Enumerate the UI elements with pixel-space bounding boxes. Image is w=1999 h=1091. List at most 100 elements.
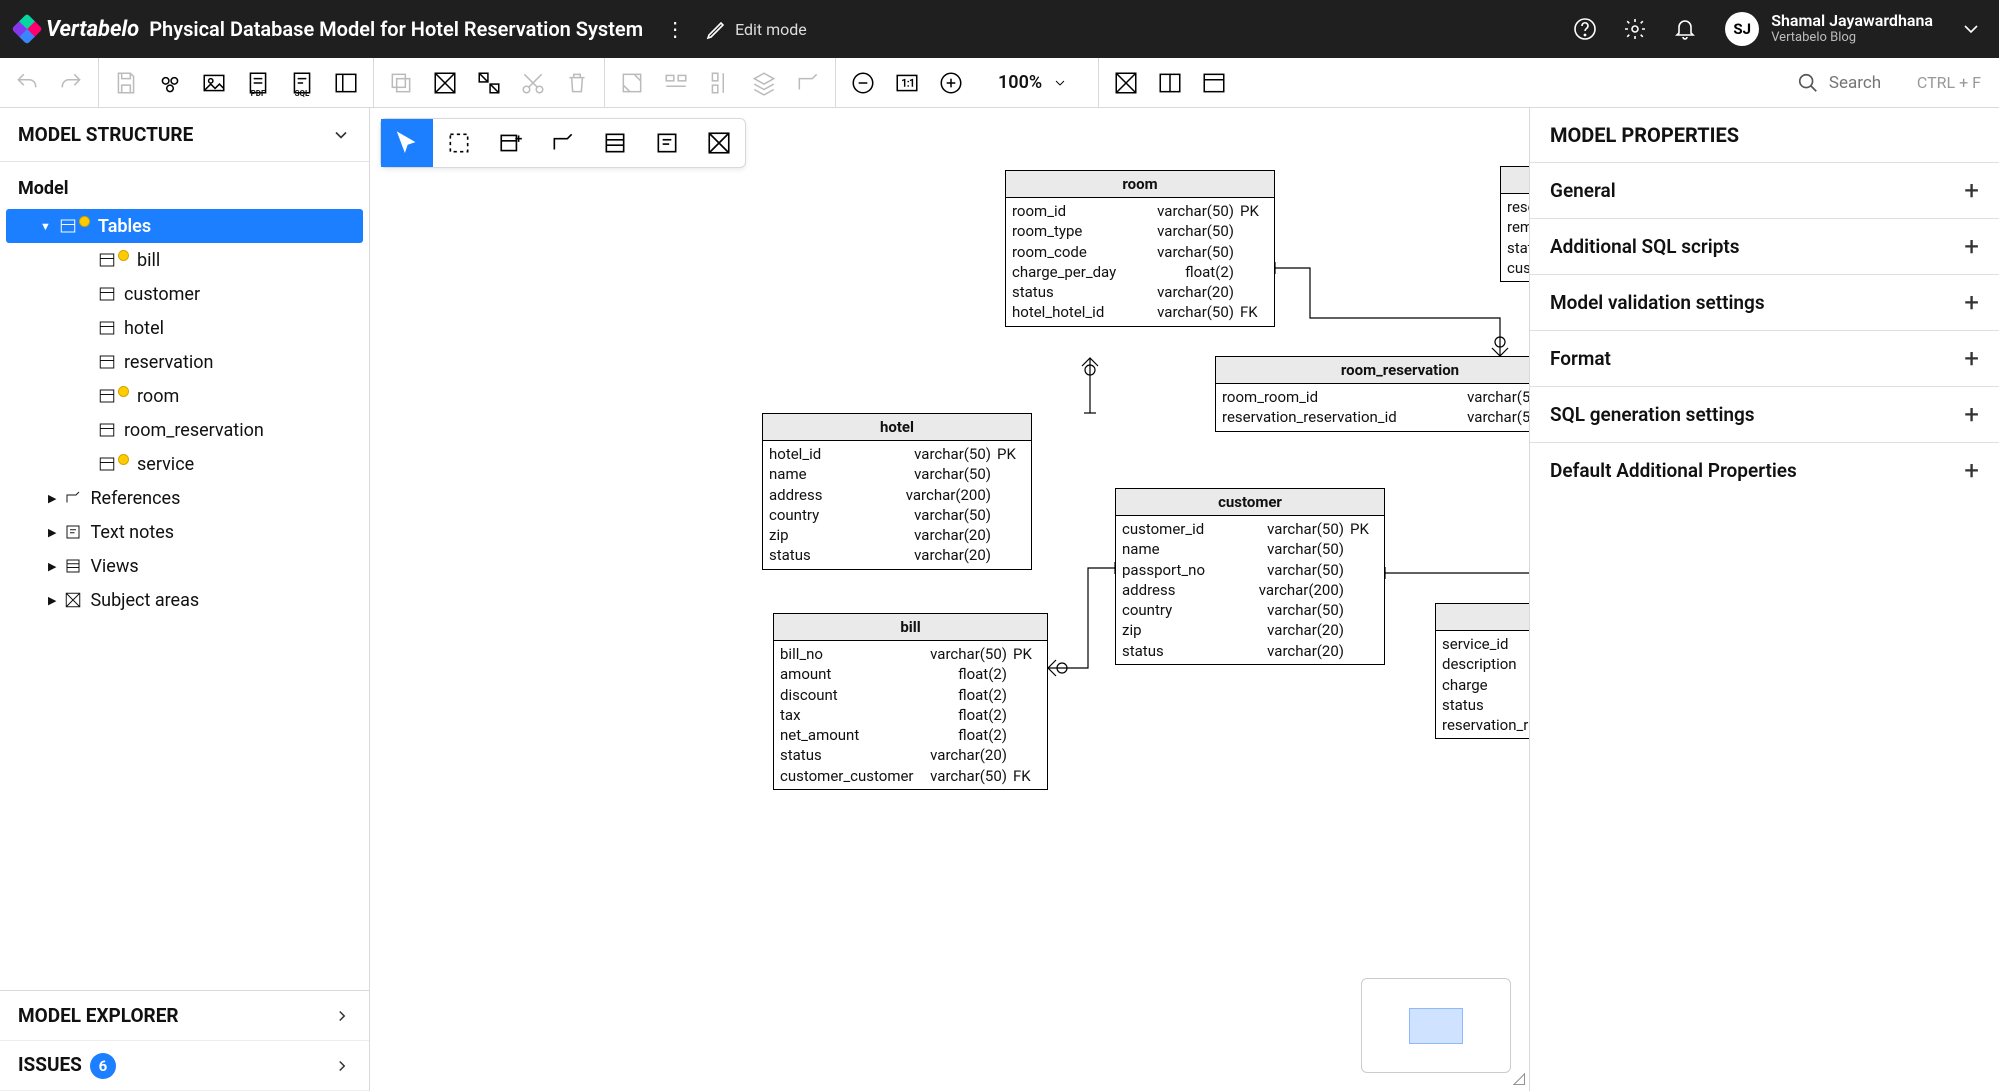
resize-handle-icon[interactable]: ◿ [1513,1068,1525,1087]
tree-table-reservation[interactable]: reservation [0,345,369,379]
user-menu[interactable]: SJ Shamal Jayawardhana Vertabelo Blog [1725,12,1983,46]
entity-hotel[interactable]: hotel hotel_idvarchar(50)PKnamevarchar(5… [762,413,1032,570]
entity-title: bill [774,614,1047,641]
tree-table-customer[interactable]: customer [0,277,369,311]
delete-button[interactable] [564,70,590,96]
brand-logo[interactable]: Vertabelo [16,17,139,42]
avatar: SJ [1725,12,1759,46]
main-toolbar: PDF SQL 1:1 100% CTRL + F [0,58,1999,108]
layers-button[interactable] [751,70,777,96]
diagram-canvas[interactable]: room room_idvarchar(50)PKroom_typevarcha… [370,108,1529,1091]
table-icon [98,421,116,439]
search-box[interactable]: CTRL + F [1779,72,1999,94]
plus-icon: + [1964,176,1979,206]
resize-button[interactable] [619,70,645,96]
entity-customer[interactable]: customer customer_idvarchar(50)PKnamevar… [1115,488,1385,665]
section-icon [64,489,82,507]
plus-icon: + [1964,344,1979,374]
tree-table-bill[interactable]: bill [0,243,369,277]
entity-title: room_reservation [1216,357,1529,384]
app-header: Vertabelo Physical Database Model for Ho… [0,0,1999,58]
cut-button[interactable] [520,70,546,96]
tree-section-references[interactable]: ▶ References [0,481,369,515]
brand-text: Vertabelo [46,17,139,42]
structure-header[interactable]: MODEL STRUCTURE [0,108,369,162]
help-icon[interactable] [1573,17,1597,41]
view-mode1-button[interactable] [1113,70,1139,96]
share-button[interactable] [157,70,183,96]
search-input[interactable] [1829,73,1899,93]
bell-icon[interactable] [1673,17,1697,41]
structure-title: MODEL STRUCTURE [18,123,193,146]
save-button[interactable] [113,70,139,96]
gear-icon[interactable] [1623,17,1647,41]
prop-general[interactable]: General + [1530,162,1999,218]
redo-button[interactable] [58,70,84,96]
entity-room_reservation[interactable]: room_reservation room_room_idvarchar(50)… [1215,356,1529,432]
align-h-button[interactable] [663,70,689,96]
edit-mode-label: Edit mode [735,20,807,39]
properties-title: MODEL PROPERTIES [1530,108,1999,162]
zoom-fit-button[interactable]: 1:1 [894,70,920,96]
section-icon [64,557,82,575]
copy-button[interactable] [388,70,414,96]
entity-service[interactable]: service service_idvarchar(50)PKdescripti… [1435,603,1529,739]
entity-bill[interactable]: bill bill_novarchar(50)PKamountfloat(2)d… [773,613,1048,790]
prop-default-additional-properties[interactable]: Default Additional Properties + [1530,442,1999,498]
pattern1-button[interactable] [432,70,458,96]
prop-label: Model validation settings [1550,291,1765,314]
warning-icon [118,454,129,465]
panel-toggle-button[interactable] [333,70,359,96]
plus-icon: + [1964,232,1979,262]
tree-table-room_reservation[interactable]: room_reservation [0,413,369,447]
chevron-right-icon [333,1007,351,1025]
brand-icon [11,13,42,44]
export-image-button[interactable] [201,70,227,96]
explorer-label: MODEL EXPLORER [18,1004,179,1027]
minimap[interactable] [1361,978,1511,1073]
zoom-out-button[interactable] [850,70,876,96]
tree-tables[interactable]: ▼ Tables [6,209,363,243]
edit-mode-toggle[interactable]: Edit mode [705,17,807,41]
entity-columns: hotel_idvarchar(50)PKnamevarchar(50)addr… [763,441,1031,569]
search-shortcut: CTRL + F [1917,73,1981,92]
chevron-right-icon [333,1057,351,1075]
triangle-right-icon: ▶ [48,526,56,539]
issues-toggle[interactable]: ISSUES6 [0,1041,369,1091]
model-explorer-toggle[interactable]: MODEL EXPLORER [0,991,369,1041]
table-icon [98,251,116,269]
tables-label: Tables [98,216,151,237]
entity-columns: service_idvarchar(50)PKdescriptionvarcha… [1436,631,1529,738]
export-sql-button[interactable]: SQL [289,70,315,96]
tree-table-room[interactable]: room [0,379,369,413]
prop-model-validation-settings[interactable]: Model validation settings + [1530,274,1999,330]
tree-section-text-notes[interactable]: ▶ Text notes [0,515,369,549]
prop-sql-generation-settings[interactable]: SQL generation settings + [1530,386,1999,442]
tree-table-service[interactable]: service [0,447,369,481]
entity-columns: room_idvarchar(50)PKroom_typevarchar(50)… [1006,198,1274,326]
entity-reservation[interactable]: reservation reservation_idvarchar(50)PKr… [1500,166,1529,282]
route-button[interactable] [795,70,821,96]
prop-format[interactable]: Format + [1530,330,1999,386]
tree-table-hotel[interactable]: hotel [0,311,369,345]
export-pdf-button[interactable]: PDF [245,70,271,96]
menu-dots-icon[interactable]: ⋮ [665,17,683,41]
prop-additional-sql-scripts[interactable]: Additional SQL scripts + [1530,218,1999,274]
table-icon [98,387,116,405]
view-mode3-button[interactable] [1201,70,1227,96]
entity-room[interactable]: room room_idvarchar(50)PKroom_typevarcha… [1005,170,1275,327]
align-v-button[interactable] [707,70,733,96]
zoom-dropdown[interactable]: 100% [998,72,1068,93]
tree-section-views[interactable]: ▶ Views [0,549,369,583]
entity-columns: bill_novarchar(50)PKamountfloat(2)discou… [774,641,1047,789]
properties-panel: MODEL PROPERTIES General + Additional SQ… [1529,108,1999,1091]
view-mode2-button[interactable] [1157,70,1183,96]
zoom-in-button[interactable] [938,70,964,96]
model-structure-panel: MODEL STRUCTURE Model ▼ Tables bill cust… [0,108,370,1091]
tree-section-subject-areas[interactable]: ▶ Subject areas [0,583,369,617]
document-title: Physical Database Model for Hotel Reserv… [149,17,643,41]
pattern2-button[interactable] [476,70,502,96]
undo-button[interactable] [14,70,40,96]
tree-root[interactable]: Model [0,172,369,209]
tree-table-label: service [137,454,194,475]
